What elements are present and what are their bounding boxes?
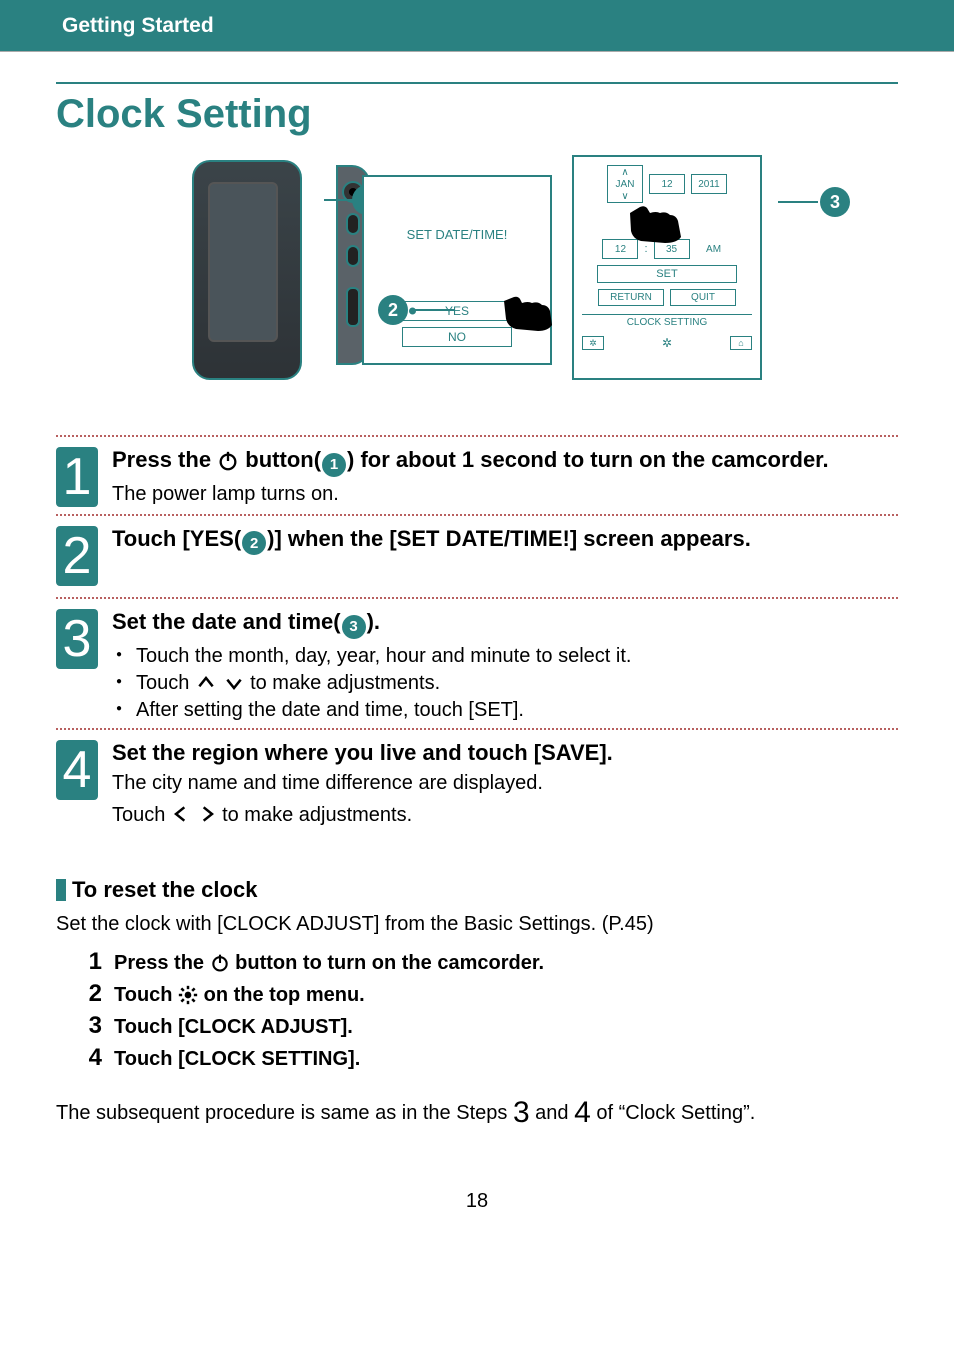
- gear-icon: ✲: [662, 336, 672, 350]
- ref-2-icon: 2: [242, 531, 266, 555]
- step-title: Set the region where you live and touch …: [112, 740, 898, 766]
- bullet: Touch to make adjustments.: [116, 672, 898, 695]
- callout-2: 2: [378, 295, 408, 325]
- reset-item: 3 Touch [CLOCK ADJUST].: [74, 1012, 898, 1040]
- reset-final-note: The subsequent procedure is same as in t…: [56, 1096, 898, 1130]
- bullet: Touch the month, day, year, hour and min…: [116, 645, 898, 668]
- clock-setting-label: CLOCK SETTING: [582, 314, 752, 328]
- steps-list: 1 Press the button(1) for about 1 second…: [56, 435, 898, 827]
- chevron-up-icon: [195, 673, 217, 693]
- pointing-hand-icon: [496, 287, 556, 333]
- chevron-down-icon: [223, 673, 245, 693]
- page-title: Clock Setting: [56, 92, 898, 137]
- step-2: 2 Touch [YES(2)] when the [SET DATE/TIME…: [56, 516, 898, 592]
- power-icon: [210, 953, 230, 973]
- gear-icon: [178, 985, 198, 1005]
- step-body: The power lamp turns on.: [112, 483, 898, 506]
- step-number: 3: [63, 613, 92, 665]
- accent-bar-icon: [56, 879, 66, 901]
- bullet: After setting the date and time, touch […: [116, 699, 898, 722]
- step-number: 4: [63, 744, 92, 796]
- step-title: Set the date and time(3).: [112, 609, 898, 639]
- reset-item: 4 Touch [CLOCK SETTING].: [74, 1044, 898, 1072]
- step-bullets: Touch the month, day, year, hour and min…: [112, 645, 898, 722]
- step-4: 4 Set the region where you live and touc…: [56, 730, 898, 827]
- header-title: Getting Started: [62, 14, 214, 38]
- step-3: 3 Set the date and time(3). Touch the mo…: [56, 599, 898, 722]
- step-number: 2: [63, 530, 92, 582]
- no-label: NO: [448, 330, 466, 344]
- reset-list: 1 Press the button to turn on the camcor…: [56, 948, 898, 1072]
- chevron-left-icon: [171, 803, 191, 825]
- reset-intro: Set the clock with [CLOCK ADJUST] from t…: [56, 913, 898, 936]
- screen-clock-setting: ∧ JAN ∨ 12 2011 12 : 35 AM SET RETURN QU…: [572, 155, 762, 380]
- callout-label: 2: [388, 300, 398, 321]
- page-number: 18: [56, 1190, 898, 1213]
- year-spinner[interactable]: 2011: [691, 174, 727, 194]
- step-title: Press the button(1) for about 1 second t…: [112, 447, 898, 477]
- diagram-row: 1 SET DATE/TIME! YES NO 2: [56, 155, 898, 395]
- gear-icon[interactable]: ✲: [582, 336, 604, 350]
- reset-item: 2 Touch on the top menu.: [74, 980, 898, 1008]
- return-button[interactable]: RETURN: [598, 289, 664, 306]
- camcorder-illustration: [192, 155, 342, 385]
- step-title: Touch [YES(2)] when the [SET DATE/TIME!]…: [112, 526, 898, 556]
- reset-item: 1 Press the button to turn on the camcor…: [74, 948, 898, 976]
- power-icon: [217, 450, 239, 472]
- step-body: Touch to make adjustments.: [112, 803, 898, 827]
- screen1-title: SET DATE/TIME!: [407, 227, 508, 242]
- button-illustration: [346, 245, 360, 267]
- ref-3-icon: 3: [342, 615, 366, 639]
- screen-set-date-time: SET DATE/TIME! YES NO: [362, 175, 552, 365]
- day-spinner[interactable]: 12: [649, 174, 685, 194]
- header-bar: Getting Started: [0, 0, 954, 52]
- callout-3: 3: [820, 187, 850, 217]
- month-spinner[interactable]: ∧ JAN ∨: [607, 165, 643, 203]
- yes-label: YES: [445, 304, 469, 318]
- ampm-spinner[interactable]: AM: [696, 239, 732, 259]
- step-1: 1 Press the button(1) for about 1 second…: [56, 437, 898, 506]
- reset-section: To reset the clock Set the clock with [C…: [56, 877, 898, 1130]
- slot-illustration: [346, 287, 360, 327]
- set-button[interactable]: SET: [597, 265, 737, 283]
- home-icon[interactable]: ⌂: [730, 336, 752, 350]
- quit-button[interactable]: QUIT: [670, 289, 736, 306]
- button-illustration: [346, 213, 360, 235]
- step-body: The city name and time difference are di…: [112, 772, 898, 795]
- pointing-hand-icon: [622, 199, 692, 249]
- chevron-right-icon: [197, 803, 217, 825]
- ref-1-icon: 1: [322, 453, 346, 477]
- reset-title: To reset the clock: [72, 877, 257, 903]
- callout-label: 3: [830, 192, 840, 213]
- step-number: 1: [63, 451, 92, 503]
- rule-top: [56, 82, 898, 84]
